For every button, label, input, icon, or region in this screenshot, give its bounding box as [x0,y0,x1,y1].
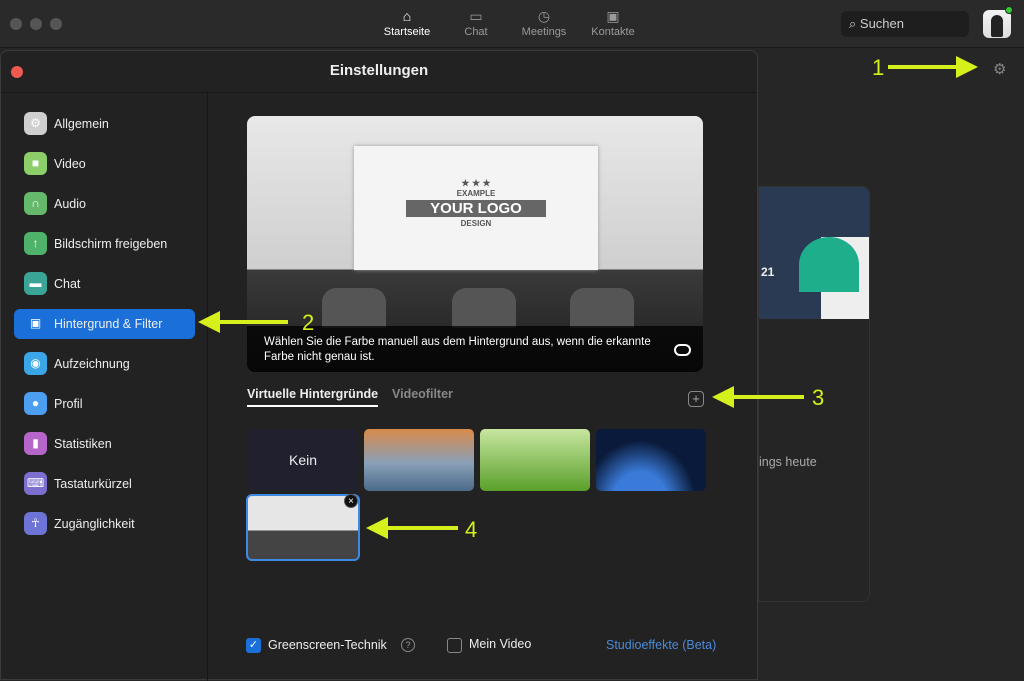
share-screen-icon: ↑ [24,232,47,255]
plant-leaves [799,237,859,292]
chair [570,288,634,328]
sidebar-item-accessibility[interactable]: ☥ Zugänglichkeit [14,509,195,539]
hint-text: Wählen Sie die Farbe manuell aus dem Hin… [264,336,651,363]
sidebar-item-share-screen[interactable]: ↑ Bildschirm freigeben [14,229,195,259]
gear-icon: ⚙ [24,112,47,135]
sidebar-item-chat[interactable]: ▬ Chat [14,269,195,299]
annotation-4: 4 [465,517,478,542]
sidebar-item-background[interactable]: ▣ Hintergrund & Filter [14,309,195,339]
chair [452,288,516,328]
sidebar-item-label: Hintergrund & Filter [54,317,163,331]
background-golden-gate[interactable] [364,429,474,491]
annotation-2: 2 [302,310,315,335]
chat-icon: ▭ [469,8,483,24]
sidebar-item-label: Allgemein [54,117,109,131]
window-minimize-button[interactable] [30,18,42,30]
video-icon: ■ [24,152,47,175]
background-none[interactable]: Kein [248,429,358,491]
clock-icon: ◷ [537,8,551,24]
sidebar-item-profile[interactable]: ● Profil [14,389,195,419]
card-date: 21 [761,265,775,279]
background-grass[interactable] [480,429,590,491]
sidebar-item-video[interactable]: ■ Video [14,149,195,179]
greenscreen-label: Greenscreen-Technik [268,638,387,652]
search-input[interactable]: ⌕ Suchen [841,11,969,37]
annotation-arrow [218,320,288,324]
sidebar-item-keyboard[interactable]: ⌨ Tastaturkürzel [14,469,195,499]
nav-startseite[interactable]: ⌂ Startseite [372,8,442,38]
statistics-icon: ▮ [24,432,47,455]
card-illustration: 21 [759,187,869,319]
annotation-arrow [888,65,958,69]
sidebar-item-gear[interactable]: ⚙ Allgemein [14,109,195,139]
record-icon: ◉ [24,352,47,375]
search-icon: ⌕ [849,16,860,31]
arrow-head [366,517,388,539]
settings-window: Einstellungen ⚙ Allgemein ■ Video ∩ Audio ↑ Bil… [0,50,758,681]
remove-background-icon[interactable]: × [344,494,358,508]
profile-icon: ● [24,392,47,415]
add-background-button[interactable]: + [688,391,704,407]
settings-title: Einstellungen [1,51,757,93]
sidebar-item-label: Tastaturkürzel [54,477,132,491]
arrow-head [712,386,734,408]
mirror-video-checkbox[interactable] [447,638,462,653]
window-close-button[interactable] [10,18,22,30]
keyboard-icon: ⌨ [24,472,47,495]
nav-chat[interactable]: ▭ Chat [441,8,511,38]
sidebar-item-label: Zugänglichkeit [54,517,135,531]
color-picker-toggle[interactable] [674,344,691,356]
color-hint: Wählen Sie die Farbe manuell aus dem Hin… [247,326,703,372]
annotation-3: 3 [812,385,825,410]
sidebar-item-label: Audio [54,197,86,211]
sidebar-item-statistics[interactable]: ▮ Statistiken [14,429,195,459]
background-earth[interactable] [596,429,706,491]
chat-icon: ▬ [24,272,47,295]
plus-icon: + [692,391,700,406]
top-bar: ⌂ Startseite ▭ Chat ◷ Meetings ▣ Kontakte ⌕ … [0,0,1024,48]
help-icon[interactable]: ? [401,638,415,652]
logo-image: ★ ★ ★ EXAMPLE YOUR LOGO DESIGN [406,164,546,254]
sidebar-item-label: Bildschirm freigeben [54,237,168,251]
annotation-arrow [732,395,804,399]
background-preview: ★ ★ ★ EXAMPLE YOUR LOGO DESIGN Wählen Si… [247,116,703,372]
tab-videofilter[interactable]: Videofilter [392,387,453,405]
online-status-badge [1005,6,1013,14]
studio-effects-link[interactable]: Studioeffekte (Beta) [606,638,716,652]
nav-kontakte[interactable]: ▣ Kontakte [578,8,648,38]
sidebar-item-label: Video [54,157,86,171]
nav-meetings[interactable]: ◷ Meetings [509,8,579,38]
sidebar-item-label: Chat [54,277,81,291]
meetings-today-text: ings heute [759,455,817,469]
background-custom-selected[interactable] [246,494,360,561]
chair [322,288,386,328]
sidebar-item-headphones[interactable]: ∩ Audio [14,189,195,219]
arrow-head [198,311,220,333]
annotation-1: 1 [872,55,885,80]
sidebar-item-label: Profil [54,397,83,411]
arrow-head [956,56,978,78]
tab-virtuelle-hintergruende[interactable]: Virtuelle Hintergründe [247,387,379,407]
sidebar-item-label: Statistiken [54,437,112,451]
sidebar-item-record[interactable]: ◉ Aufzeichnung [14,349,195,379]
whiteboard: ★ ★ ★ EXAMPLE YOUR LOGO DESIGN [354,146,598,270]
mirror-video-label: Mein Video [469,637,532,651]
headphones-icon: ∩ [24,192,47,215]
home-icon: ⌂ [402,8,412,24]
gear-icon[interactable]: ⚙ [993,60,1006,78]
accessibility-icon: ☥ [24,512,47,535]
greenscreen-checkbox[interactable]: ✓ [246,638,261,653]
settings-sidebar: ⚙ Allgemein ■ Video ∩ Audio ↑ Bildschirm freige… [1,93,208,681]
contacts-icon: ▣ [606,8,620,24]
background-icon: ▣ [29,316,42,330]
sidebar-item-label: Aufzeichnung [54,357,130,371]
avatar[interactable] [983,10,1011,38]
window-zoom-button[interactable] [50,18,62,30]
settings-close-button[interactable] [11,66,23,78]
annotation-arrow [386,526,458,530]
